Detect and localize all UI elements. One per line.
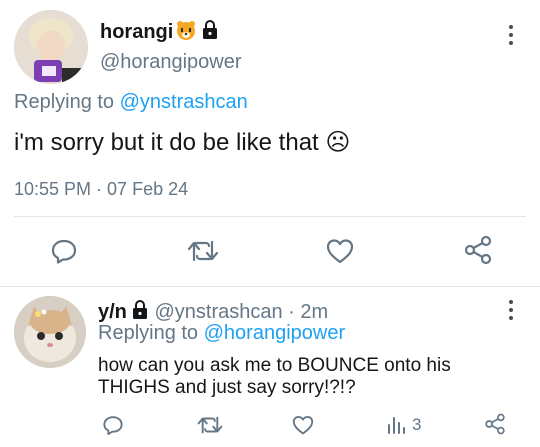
main-tweet: horangi @horangipower Replying to @ynstr… (0, 0, 540, 286)
reply-more-icon[interactable] (508, 300, 514, 324)
reply-retweet-button[interactable] (196, 412, 224, 438)
tweet-separator (0, 286, 540, 287)
tweet-timestamp[interactable]: 10:55 PM · 07 Feb 24 (14, 179, 188, 200)
share-icon (485, 413, 505, 435)
retweet-button[interactable] (186, 236, 220, 266)
retweet-icon (197, 416, 223, 434)
meta-separator: · (91, 179, 108, 199)
reply-handle[interactable]: @ynstrashcan (154, 301, 282, 323)
reply-header: y/n @ynstrashcan · 2m (98, 300, 328, 324)
reply-display-name[interactable]: y/n (98, 301, 127, 323)
reply-icon (103, 416, 123, 435)
views-icon (388, 417, 405, 434)
tweet-date: 07 Feb 24 (107, 179, 189, 199)
tweet-text: i'm sorry but it do be like that ☹ (14, 129, 351, 156)
display-name-text: horangi (100, 21, 174, 43)
divider (14, 216, 526, 217)
reply-like-button[interactable] (290, 412, 316, 438)
tiger-emoji-icon (175, 19, 197, 41)
reply-avatar[interactable] (14, 296, 86, 368)
display-name[interactable]: horangi (100, 19, 219, 44)
share-button[interactable] (462, 234, 494, 266)
reply-text-line-1: how can you ask me to BOUNCE onto his (98, 355, 451, 376)
handle[interactable]: @horangipower (100, 51, 242, 74)
reply-text: how can you ask me to BOUNCE onto his TH… (98, 355, 451, 399)
reply-reply-button[interactable] (100, 412, 126, 438)
reply-replying-prefix: Replying to (98, 322, 204, 344)
views-button[interactable]: 3 (386, 411, 436, 439)
tweet-time: 10:55 PM (14, 179, 92, 199)
avatar[interactable] (14, 10, 88, 84)
reply-replying-to: Replying to @horangipower (98, 322, 345, 345)
reply-separator: · (282, 301, 301, 323)
like-button[interactable] (324, 236, 356, 266)
lock-icon (201, 20, 219, 40)
reply-text-line-2: THIGHS and just say sorry!?!? (98, 377, 356, 398)
replying-prefix: Replying to (14, 91, 120, 113)
more-icon[interactable] (508, 25, 514, 49)
heart-icon (326, 239, 354, 264)
reply-replying-mention-link[interactable]: @horangipower (204, 322, 346, 344)
retweet-icon (187, 240, 219, 262)
reply-share-button[interactable] (482, 411, 508, 437)
lock-icon (131, 300, 149, 320)
replying-mention-link[interactable]: @ynstrashcan (120, 91, 248, 113)
reply-age: 2m (300, 301, 329, 323)
reply-icon (51, 239, 77, 264)
views-count: 3 (412, 415, 422, 434)
heart-icon (292, 416, 314, 435)
replying-to: Replying to @ynstrashcan (14, 91, 248, 114)
share-icon (464, 235, 492, 265)
reply-button[interactable] (48, 236, 80, 266)
